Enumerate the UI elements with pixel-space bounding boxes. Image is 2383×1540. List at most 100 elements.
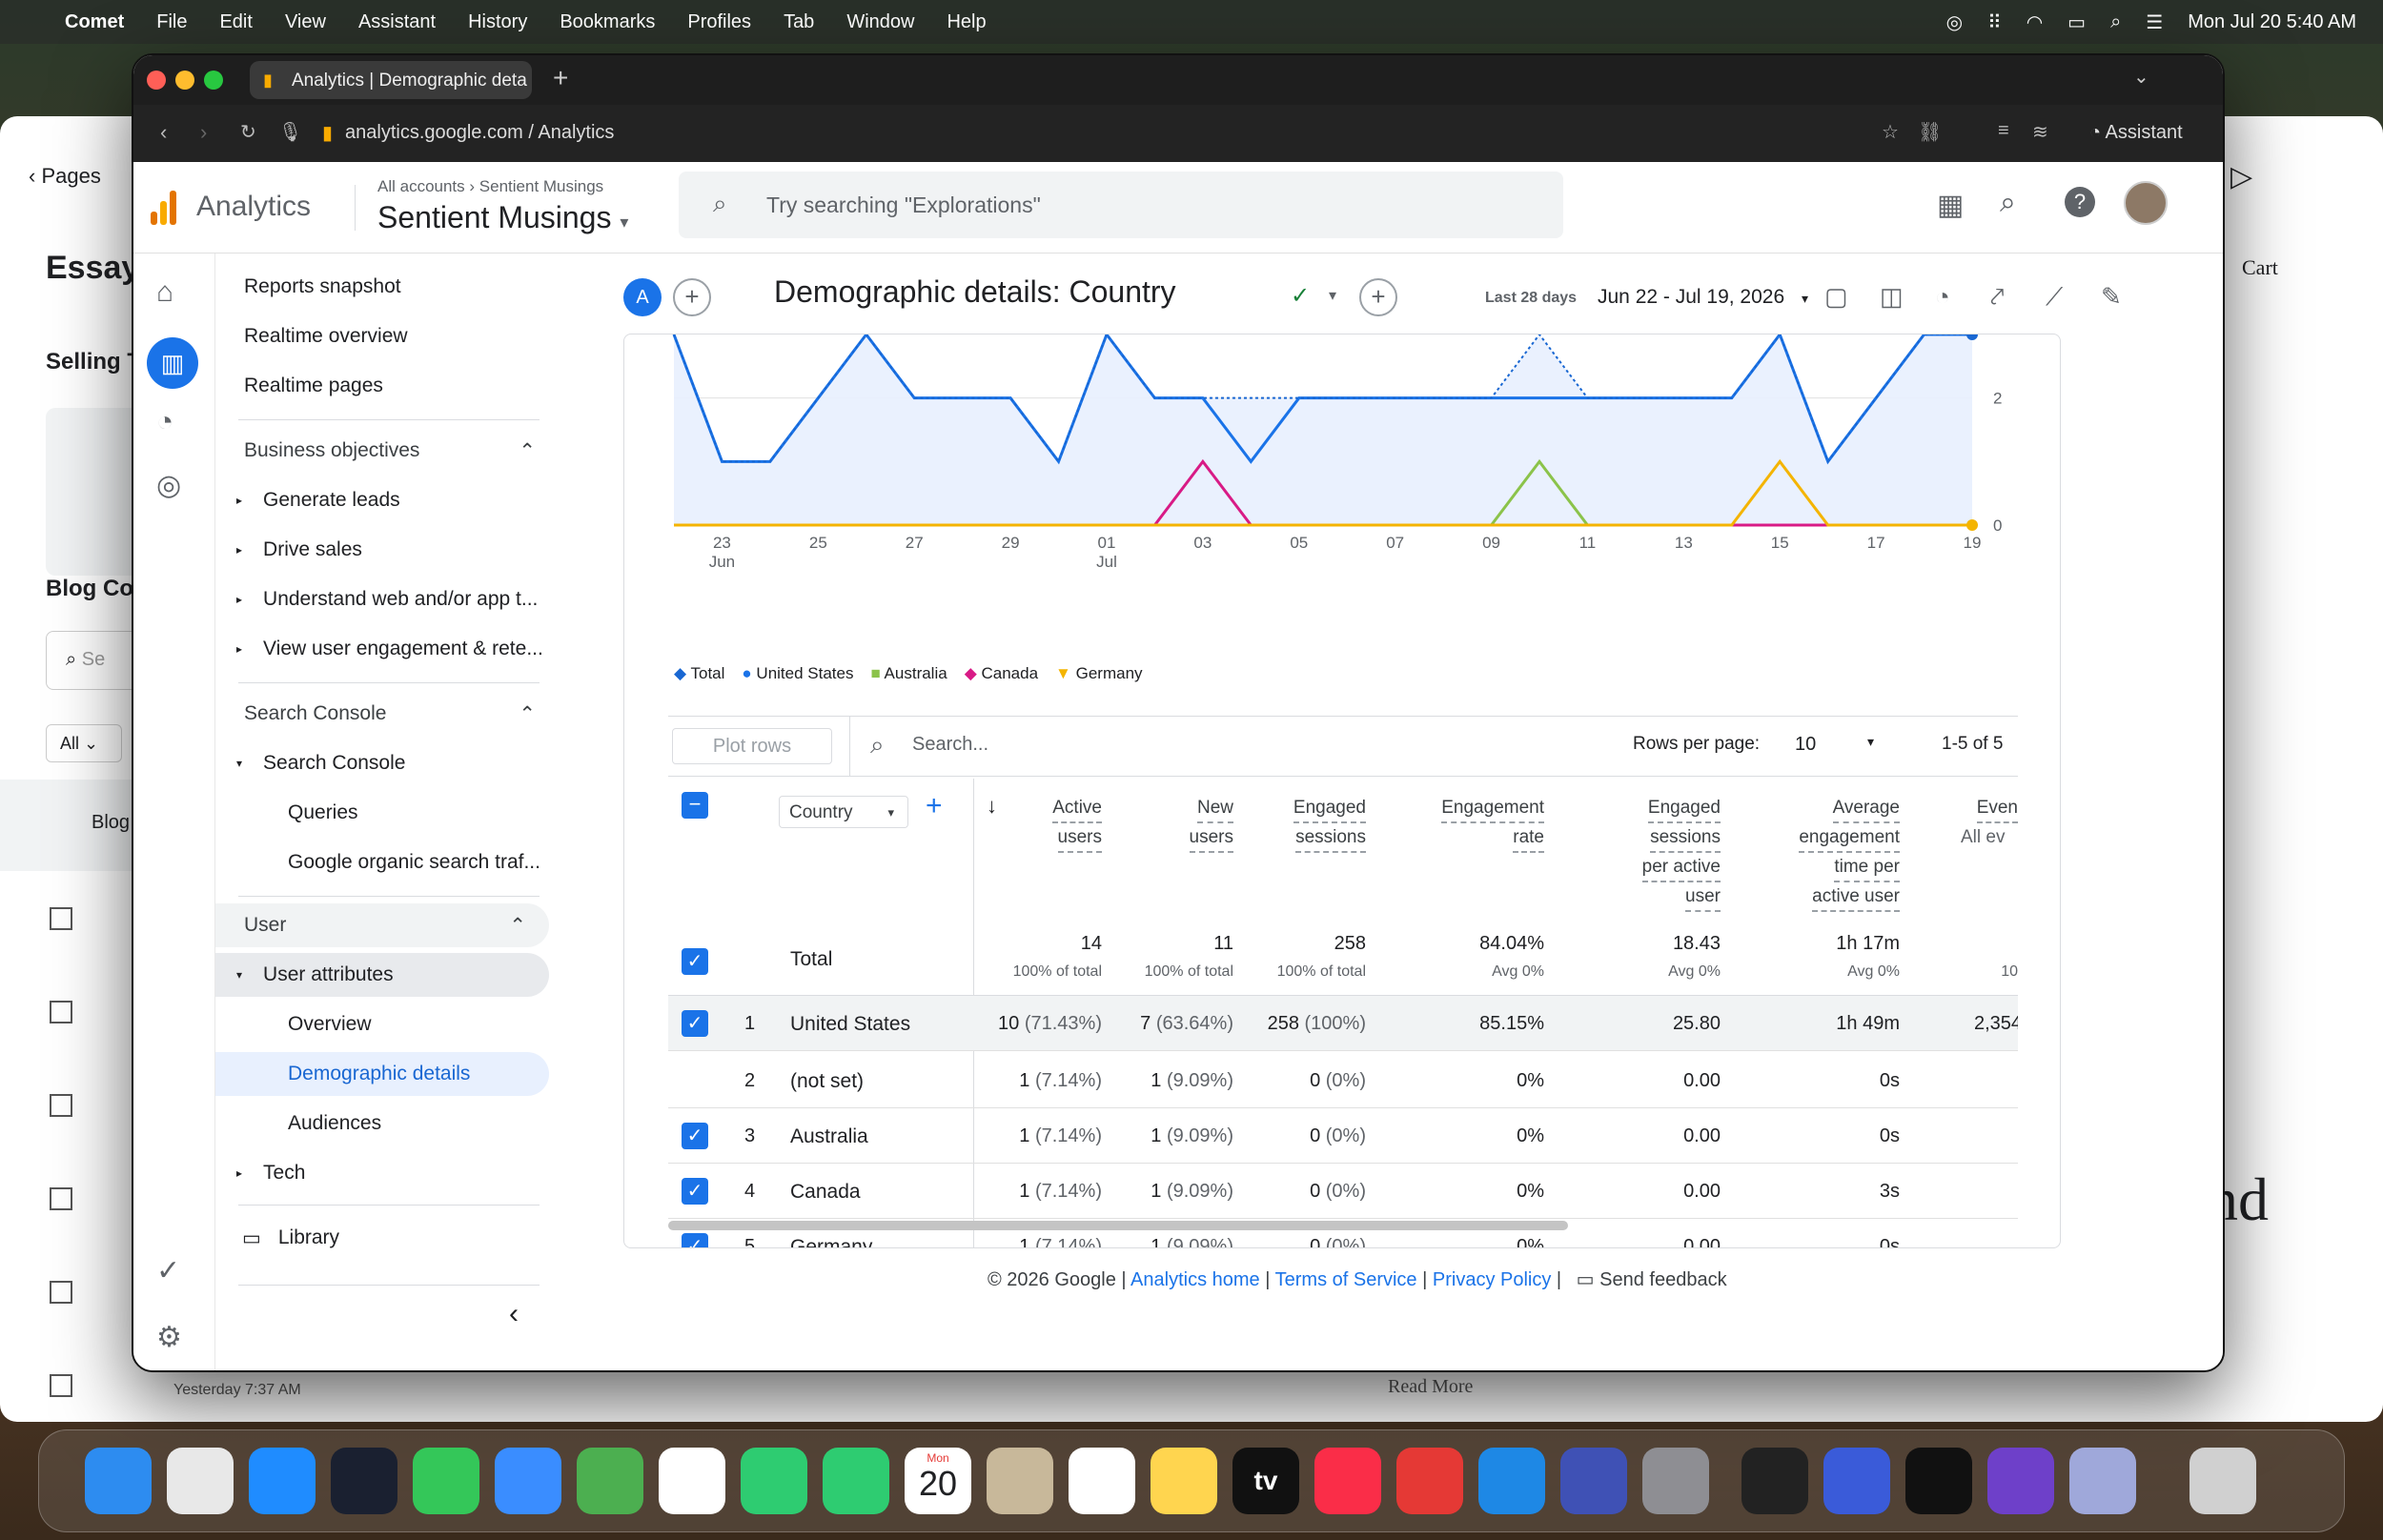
close-window-button[interactable] xyxy=(147,71,166,90)
grid-icon[interactable]: ⠿ xyxy=(1987,10,2002,34)
legend-item[interactable]: ● United States xyxy=(742,664,853,693)
bg-checkbox[interactable] xyxy=(50,1187,72,1210)
nav-reports-snapshot[interactable]: Reports snapshot xyxy=(215,265,570,309)
footer-analytics-home[interactable]: Analytics home xyxy=(1130,1269,1260,1290)
horizontal-scrollbar[interactable] xyxy=(668,1221,1568,1230)
menu-view[interactable]: View xyxy=(285,11,326,33)
wifi-icon[interactable]: ◠ xyxy=(2027,10,2043,34)
sort-desc-icon[interactable]: ↓ xyxy=(987,794,997,819)
tab-analytics[interactable]: ▮ Analytics | Demographic deta xyxy=(250,61,532,99)
column-header[interactable]: Engaged sessions xyxy=(1293,794,1366,853)
bg-cart[interactable]: Cart xyxy=(2242,255,2278,280)
search-icon[interactable]: ⌕ xyxy=(2110,11,2121,33)
table-row[interactable]: ✓ 1 United States 10 (71.43%) 7 (63.64%) 258 … xyxy=(668,996,2018,1051)
reports-icon[interactable]: ▥ xyxy=(147,337,198,389)
table-search-input[interactable]: Search... xyxy=(912,734,988,756)
nav-library[interactable]: ▭ Library xyxy=(215,1216,570,1260)
column-header[interactable]: Average engagement time per active user xyxy=(1799,794,1900,912)
checklist-icon[interactable]: ✓ xyxy=(156,1254,180,1287)
terminal-icon[interactable] xyxy=(1905,1448,1972,1514)
chat-app-icon[interactable] xyxy=(1823,1448,1890,1514)
nav-realtime-pages[interactable]: Realtime pages xyxy=(215,364,570,408)
zoom-window-button[interactable] xyxy=(204,71,223,90)
contacts-icon[interactable] xyxy=(987,1448,1053,1514)
clock[interactable]: Mon Jul 20 5:40 AM xyxy=(2188,11,2356,33)
nav-realtime-overview[interactable]: Realtime overview xyxy=(215,314,570,358)
menu-file[interactable]: File xyxy=(156,11,187,33)
reminders-icon[interactable] xyxy=(1069,1448,1135,1514)
menu-help[interactable]: Help xyxy=(947,11,986,33)
mail-icon[interactable] xyxy=(495,1448,561,1514)
back-icon[interactable]: ‹ xyxy=(160,120,167,145)
maps-icon[interactable] xyxy=(577,1448,643,1514)
back-button[interactable]: ‹ Pages xyxy=(29,164,101,189)
notes-icon[interactable] xyxy=(1151,1448,1217,1514)
nav-user-attributes[interactable]: ▾ User attributes xyxy=(215,953,549,997)
nav-user-engagement[interactable]: ▸ View user engagement & rete... xyxy=(215,627,570,671)
column-header[interactable]: Engagement rate xyxy=(1441,794,1544,853)
music-icon[interactable] xyxy=(1314,1448,1381,1514)
nav-understand-traffic[interactable]: ▸ Understand web and/or app t... xyxy=(215,578,570,621)
total-checkbox[interactable]: ✓ xyxy=(682,948,708,975)
plot-rows-button[interactable]: Plot rows xyxy=(672,728,832,764)
legend-item[interactable]: ■ Australia xyxy=(870,664,947,693)
facetime-icon[interactable] xyxy=(741,1448,807,1514)
nav-demographic-details[interactable]: Demographic details xyxy=(215,1052,549,1096)
nav-overview[interactable]: Overview xyxy=(215,1003,570,1046)
property-selector[interactable]: Sentient Musings ▾ xyxy=(377,200,628,235)
nav-drive-sales[interactable]: ▸ Drive sales xyxy=(215,528,570,572)
assistant-button[interactable]: ◔ Assistant xyxy=(2089,122,2183,144)
search-input[interactable]: ⌕ Try searching "Explorations" xyxy=(679,172,1563,238)
column-header[interactable]: Engaged sessions per active user xyxy=(1641,794,1721,912)
dropdown-arrow-icon[interactable]: ▾ xyxy=(1329,286,1336,305)
comparison-avatar[interactable]: A xyxy=(623,278,662,316)
compare-icon[interactable]: ◫ xyxy=(1880,282,1904,312)
github-icon[interactable] xyxy=(1987,1448,2054,1514)
apps-grid-icon[interactable]: ▦ xyxy=(1937,189,1964,222)
nav-business-objectives[interactable]: Business objectives ⌃ xyxy=(215,429,570,473)
safari-icon[interactable] xyxy=(249,1448,316,1514)
menu-history[interactable]: History xyxy=(468,11,527,33)
row-checkbox[interactable] xyxy=(682,1067,708,1094)
bg-list-selected[interactable]: Blog xyxy=(0,780,143,871)
nav-audiences[interactable]: Audiences xyxy=(215,1102,570,1145)
table-row[interactable]: 2 (not set) 1 (7.14%) 1 (9.09%) 0 (0%) 0% 0.00… xyxy=(668,1053,2018,1108)
annotation-icon[interactable]: ▢ xyxy=(1824,282,1848,312)
disk-utility-icon[interactable] xyxy=(2069,1448,2136,1514)
minimize-window-button[interactable] xyxy=(175,71,194,90)
nav-tech[interactable]: ▸ Tech xyxy=(215,1151,570,1195)
legend-item[interactable]: ▼ Germany xyxy=(1055,664,1142,693)
nav-google-organic[interactable]: Google organic search traf... xyxy=(215,841,570,884)
account-breadcrumb[interactable]: All accounts › Sentient Musings xyxy=(377,177,603,196)
messages-icon[interactable] xyxy=(413,1448,479,1514)
insights-icon[interactable]: ◔ xyxy=(1935,282,1950,312)
tv-icon[interactable]: tv xyxy=(1232,1448,1299,1514)
menu-window[interactable]: Window xyxy=(846,11,914,33)
home-icon[interactable]: ⌂ xyxy=(156,276,173,309)
bg-checkbox[interactable] xyxy=(50,1281,72,1304)
tab-list-icon[interactable]: ⌄ xyxy=(2133,65,2149,89)
menu-tab[interactable]: Tab xyxy=(784,11,814,33)
battery-icon[interactable]: ▭ xyxy=(2067,10,2086,34)
grid-app-icon[interactable] xyxy=(1741,1448,1808,1514)
calendar-icon[interactable]: Mon 20 xyxy=(905,1448,971,1514)
finder-icon[interactable] xyxy=(85,1448,152,1514)
dimension-selector[interactable]: Country ▾ xyxy=(779,796,908,828)
menu-bookmarks[interactable]: Bookmarks xyxy=(560,11,655,33)
legend-item[interactable]: ◆ Canada xyxy=(965,664,1038,693)
add-comparison-icon[interactable]: + xyxy=(673,278,711,316)
table-row[interactable]: ✓ 4 Canada 1 (7.14%) 1 (9.09%) 0 (0%) 0% 0.00 3s xyxy=(668,1164,2018,1219)
reload-icon[interactable]: ↻ xyxy=(240,120,256,144)
settings-icon[interactable] xyxy=(1642,1448,1709,1514)
bg-filter[interactable]: All ⌄ xyxy=(46,724,122,762)
play-icon[interactable]: ▷ xyxy=(2230,160,2252,193)
comet-icon[interactable] xyxy=(331,1448,397,1514)
forward-icon[interactable]: › xyxy=(200,120,207,145)
row-checkbox[interactable]: ✓ xyxy=(682,1123,708,1149)
app-store-icon[interactable] xyxy=(1478,1448,1545,1514)
row-checkbox[interactable]: ✓ xyxy=(682,1178,708,1205)
url-field[interactable]: analytics.google.com / Analytics xyxy=(345,122,614,144)
column-header[interactable]: New users xyxy=(1189,794,1233,853)
bg-checkbox[interactable] xyxy=(50,1374,72,1397)
reader-icon[interactable]: ≡ xyxy=(1998,120,2009,142)
